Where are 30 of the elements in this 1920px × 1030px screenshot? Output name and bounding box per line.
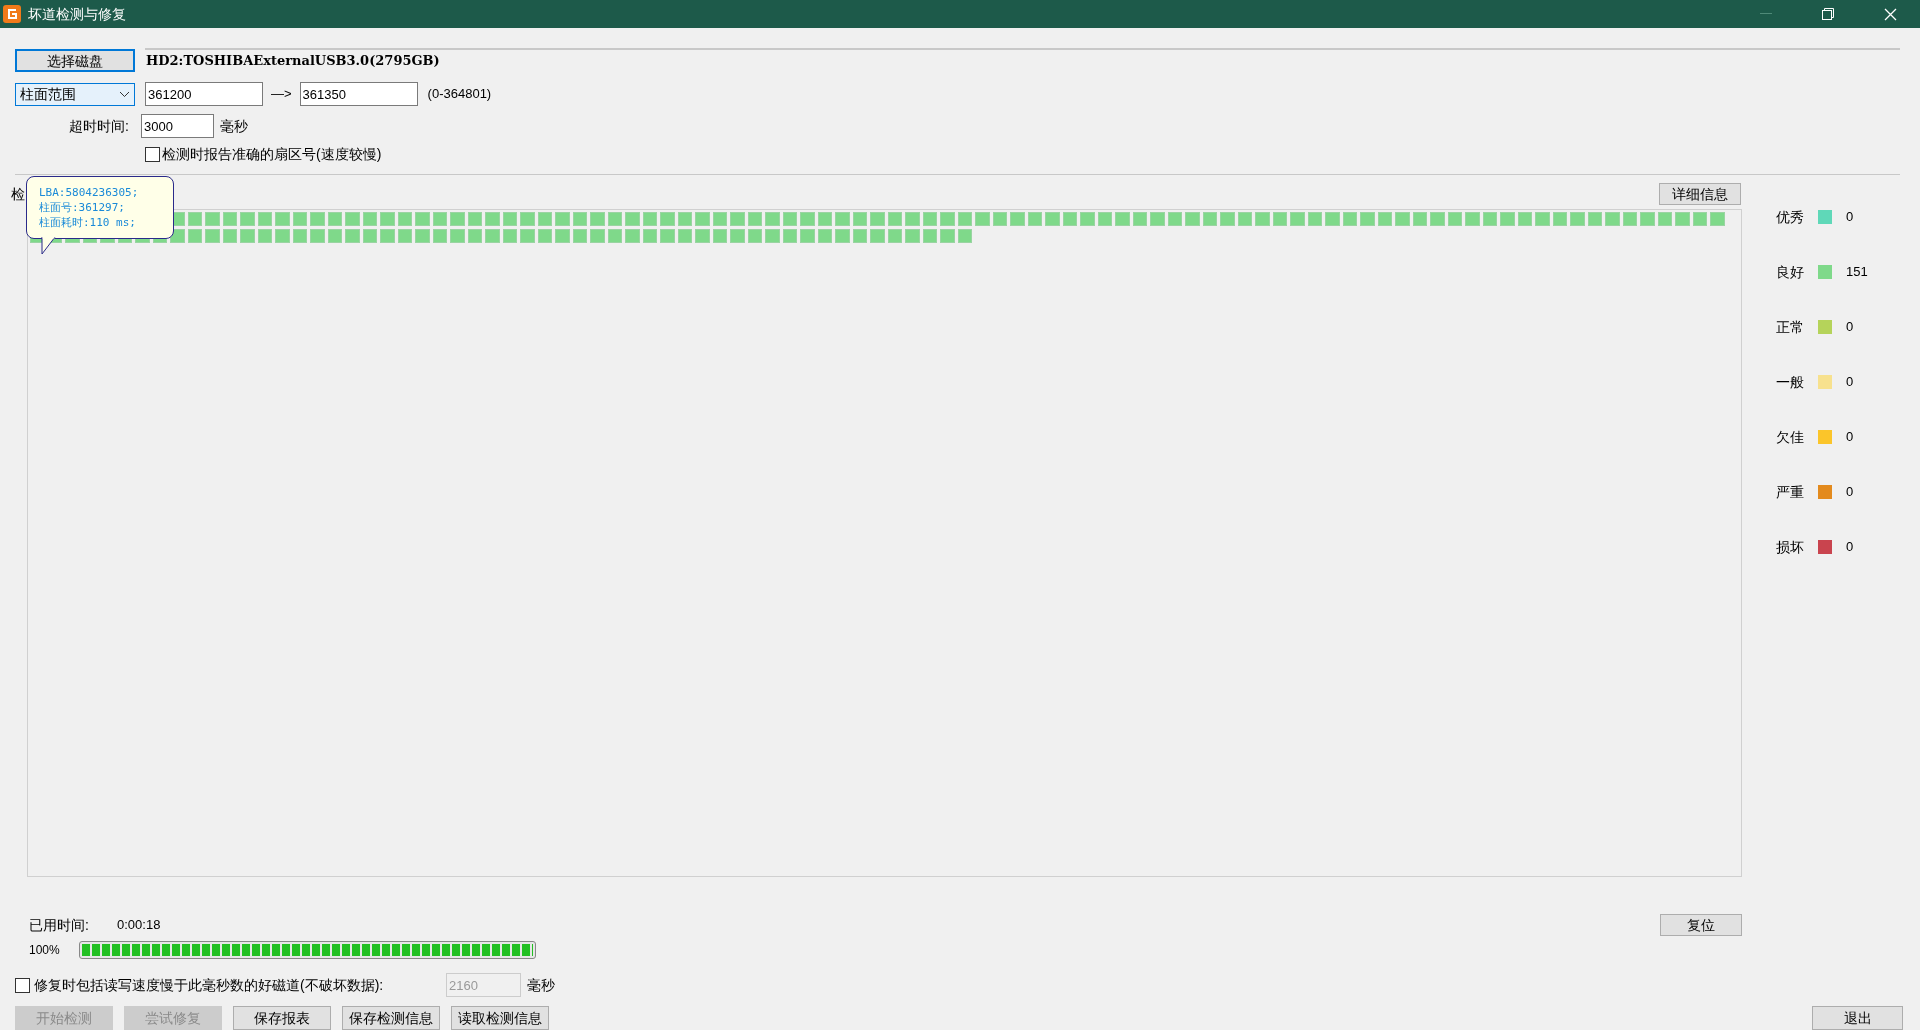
timeout-label: 超时时间: bbox=[68, 116, 130, 136]
legend-label: 损坏 bbox=[1776, 537, 1805, 557]
timeout-unit: 毫秒 bbox=[220, 116, 248, 136]
legend-count: 0 bbox=[1846, 538, 1854, 557]
elapsed-value: 0:00:18 bbox=[117, 916, 161, 935]
legend-label: 严重 bbox=[1776, 482, 1805, 502]
legend-count: 0 bbox=[1846, 373, 1854, 392]
legend-count: 0 bbox=[1846, 208, 1854, 227]
legend-count: 0 bbox=[1846, 483, 1854, 502]
legend-count: 0 bbox=[1846, 428, 1854, 447]
group-label: 检 bbox=[11, 184, 25, 204]
range-limits: (0-364801) bbox=[427, 85, 492, 104]
legend-label: 优秀 bbox=[1776, 207, 1805, 227]
legend-label: 正常 bbox=[1776, 317, 1805, 337]
tooltip-line: 柱面耗时:110 ms; bbox=[39, 215, 137, 230]
legend-label: 一般 bbox=[1776, 372, 1805, 392]
repair-slow-unit: 毫秒 bbox=[527, 975, 555, 995]
window-title: 坏道检测与修复 bbox=[28, 4, 126, 24]
exact-sector-label: 检测时报告准确的扇区号(速度较慢) bbox=[162, 144, 382, 164]
disk-field: HD2:TOSHIBAExternalUSB3.0(2795GB) bbox=[145, 48, 1900, 72]
legend-label: 欠佳 bbox=[1776, 427, 1805, 447]
elapsed-label: 已用时间: bbox=[29, 915, 90, 935]
legend-label: 良好 bbox=[1776, 262, 1805, 282]
legend-count: 151 bbox=[1846, 263, 1868, 282]
legend-count: 0 bbox=[1846, 318, 1854, 337]
repair-slow-label: 修复时包括读写速度慢于此毫秒数的好磁道(不破坏数据): bbox=[34, 975, 385, 995]
range-arrow: —> bbox=[270, 85, 293, 104]
progress-label: 100% bbox=[29, 942, 61, 959]
tooltip-line: LBA:5804236305; bbox=[39, 185, 140, 200]
tooltip-line: 柱面号:361297; bbox=[39, 200, 126, 215]
